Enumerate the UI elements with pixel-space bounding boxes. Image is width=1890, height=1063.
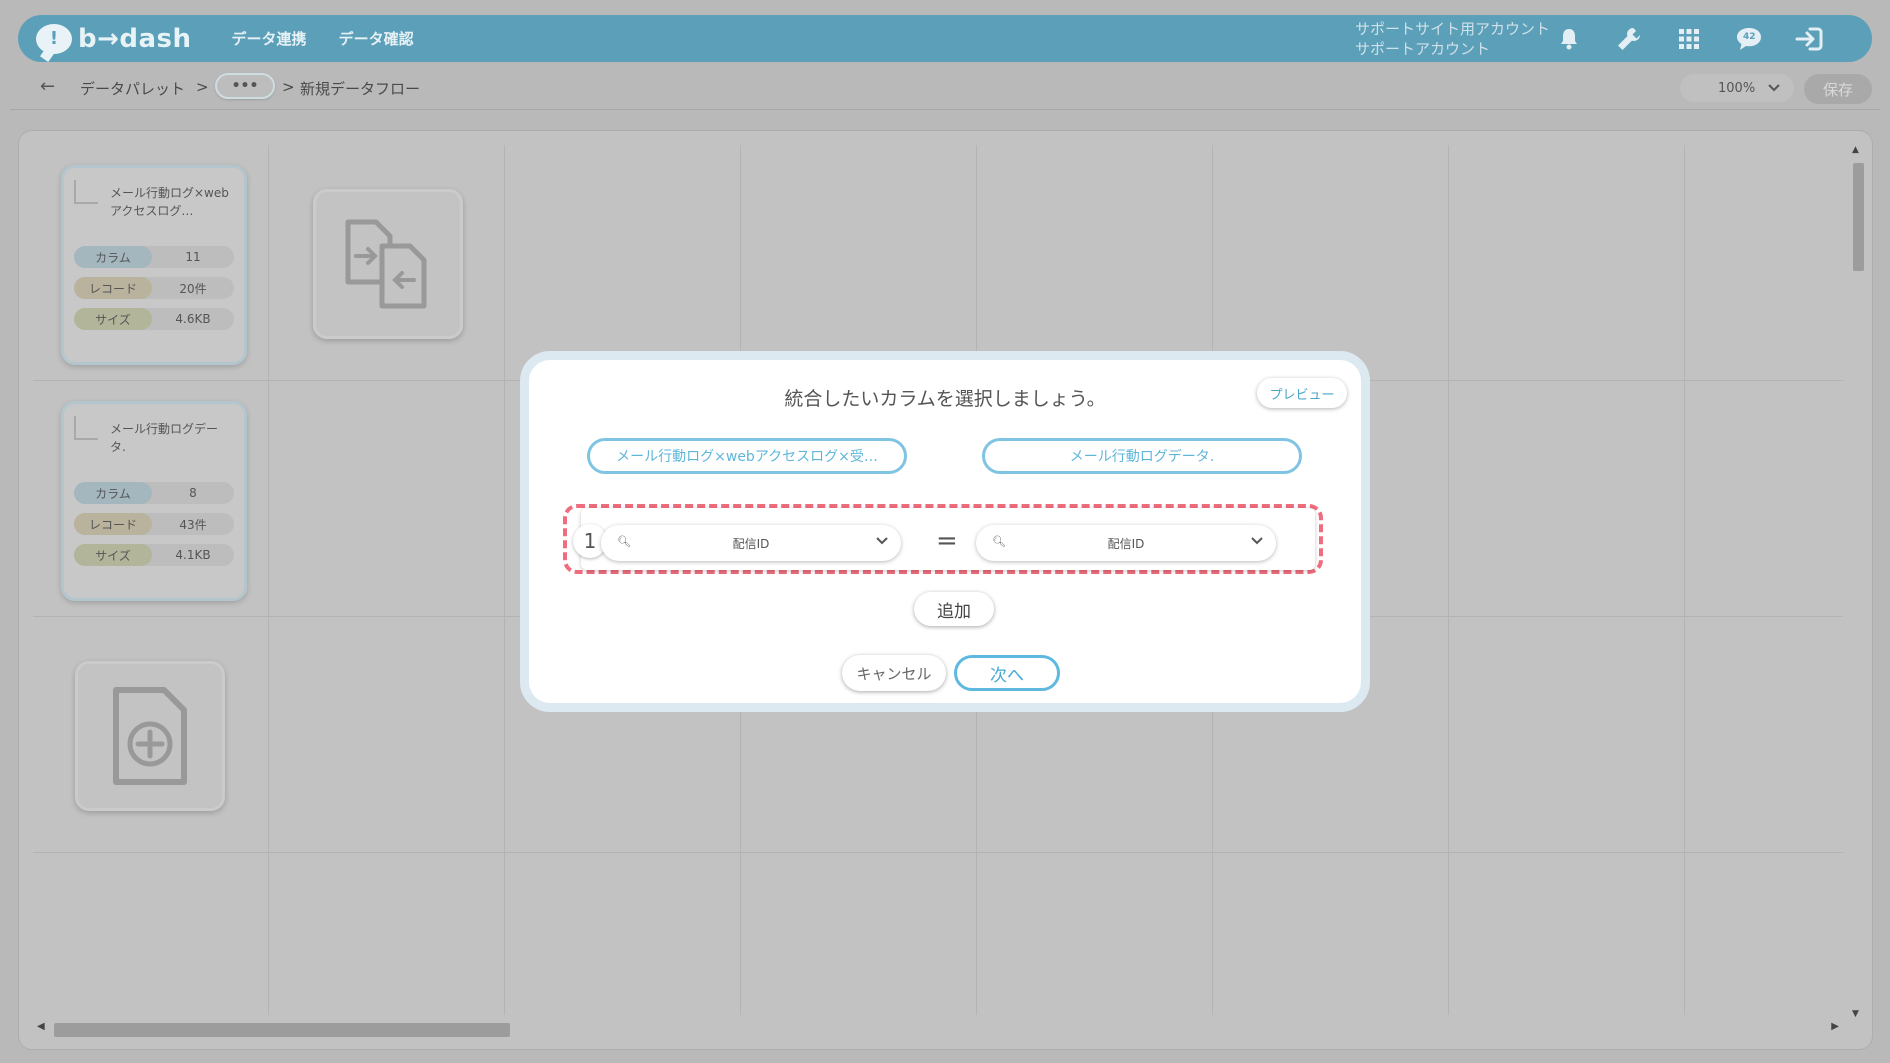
breadcrumb-separator-2: > <box>282 78 295 96</box>
search-icon: 🔍︎ <box>617 535 631 548</box>
column-label: カラム <box>74 482 152 504</box>
logo-text: b→dash <box>78 23 192 54</box>
logo-bubble-icon: ! <box>36 23 72 54</box>
nav-item-data-integration[interactable]: データ連携 <box>232 28 307 49</box>
record-value: 43件 <box>179 517 207 532</box>
grid-icon[interactable] <box>1674 24 1704 54</box>
brand-logo[interactable]: ! b→dash <box>36 23 192 54</box>
record-label: レコード <box>74 513 152 535</box>
data-card-2[interactable]: メール行動ログデータ. カラム 8 レコード 43件 サイズ 4.1KB <box>61 401 247 601</box>
size-label: サイズ <box>74 308 152 330</box>
file-icon <box>74 416 98 440</box>
size-value: 4.1KB <box>175 548 211 562</box>
bell-icon[interactable] <box>1554 24 1584 54</box>
nav-item-data-check[interactable]: データ確認 <box>339 28 414 49</box>
scroll-up-icon[interactable]: ▲ <box>1852 145 1859 155</box>
right-table-selector[interactable]: メール行動ログデータ. <box>982 438 1302 474</box>
left-column-value: 配信ID <box>732 536 770 551</box>
merge-column-dialog: 統合したいカラムを選択しましょう。 プレビュー メール行動ログ×webアクセスロ… <box>520 351 1370 712</box>
scroll-down-icon[interactable]: ▼ <box>1852 1009 1859 1019</box>
horizontal-scroll-thumb[interactable] <box>54 1023 510 1037</box>
right-column-value: 配信ID <box>1107 536 1145 551</box>
size-label: サイズ <box>74 544 152 566</box>
vertical-scrollbar[interactable]: ▲ ▼ <box>1850 145 1864 1019</box>
top-header: ! b→dash データ連携 データ確認 サポートサイト用アカウント サポートア… <box>18 15 1872 62</box>
record-label: レコード <box>74 277 152 299</box>
data-card-record-row: レコード 43件 <box>74 513 234 535</box>
left-table-selector[interactable]: メール行動ログ×webアクセスログ×受… <box>587 438 907 474</box>
data-card-size-row: サイズ 4.6KB <box>74 308 234 330</box>
data-card-title: メール行動ログ×webアクセスログ… <box>110 186 229 218</box>
size-value: 4.6KB <box>175 312 211 326</box>
scroll-right-icon[interactable]: ▶ <box>1831 1021 1839 1032</box>
cancel-button[interactable]: キャンセル <box>842 655 946 691</box>
column-label: カラム <box>74 246 152 268</box>
chat-badge: 42 <box>1743 31 1756 42</box>
logout-icon[interactable] <box>1794 24 1824 54</box>
breadcrumb-current: 新規データフロー <box>300 80 421 98</box>
zoom-select[interactable]: 100% <box>1680 74 1794 102</box>
dialog-title: 統合したいカラムを選択しましょう。 <box>784 388 1106 410</box>
horizontal-scrollbar[interactable]: ◀ ▶ <box>33 1021 1843 1037</box>
breadcrumb-bar: ← データパレット > ••• > 新規データフロー 100% 保存 <box>10 62 1880 110</box>
record-value: 20件 <box>179 281 207 296</box>
main-nav: データ連携 データ確認 <box>232 28 414 49</box>
next-button[interactable]: 次へ <box>954 655 1060 691</box>
data-card-record-row: レコード 20件 <box>74 277 234 299</box>
add-data-node[interactable] <box>75 661 225 811</box>
wrench-icon[interactable] <box>1614 24 1644 54</box>
equals-operator: = <box>936 526 958 556</box>
add-file-icon <box>113 687 187 785</box>
search-icon: 🔍︎ <box>992 535 1006 548</box>
column-value: 8 <box>189 486 197 500</box>
data-card-column-row: カラム 8 <box>74 482 234 504</box>
preview-button[interactable]: プレビュー <box>1257 378 1347 408</box>
breadcrumb-root[interactable]: データパレット <box>80 78 185 99</box>
scroll-left-icon[interactable]: ◀ <box>37 1021 45 1032</box>
file-icon <box>74 180 98 204</box>
merge-tool-node[interactable] <box>313 189 463 339</box>
right-column-select[interactable]: 🔍︎ 配信ID <box>976 525 1276 561</box>
chat-icon[interactable]: 42 <box>1734 24 1764 54</box>
save-button[interactable]: 保存 <box>1804 74 1872 104</box>
account-user: サポートアカウント <box>1355 40 1491 58</box>
vertical-scroll-thumb[interactable] <box>1853 163 1864 271</box>
account-info[interactable]: サポートサイト用アカウント サポートアカウント <box>1355 19 1550 59</box>
chevron-down-icon <box>1768 84 1780 92</box>
account-name: サポートサイト用アカウント <box>1355 20 1551 38</box>
zoom-value: 100% <box>1718 80 1756 96</box>
data-card-size-row: サイズ 4.1KB <box>74 544 234 566</box>
chevron-down-icon <box>876 537 888 545</box>
breadcrumb-separator: > <box>196 78 209 96</box>
join-condition-row: 1 🔍︎ 配信ID = 🔍︎ 配信ID <box>573 508 1315 570</box>
breadcrumb-ellipsis-button[interactable]: ••• <box>215 73 275 99</box>
data-card-column-row: カラム 11 <box>74 246 234 268</box>
header-icons: 42 <box>1554 15 1824 62</box>
column-value: 11 <box>185 250 201 264</box>
data-card-title: メール行動ログデータ. <box>110 422 219 454</box>
merge-files-icon <box>345 219 427 309</box>
chevron-down-icon <box>1251 537 1263 545</box>
data-card-1[interactable]: メール行動ログ×webアクセスログ… カラム 11 レコード 20件 サイズ 4… <box>61 165 247 365</box>
join-condition-highlight: 1 🔍︎ 配信ID = 🔍︎ 配信ID <box>563 504 1323 574</box>
back-arrow-icon[interactable]: ← <box>40 76 55 97</box>
left-column-select[interactable]: 🔍︎ 配信ID <box>601 525 901 561</box>
add-condition-button[interactable]: 追加 <box>914 592 994 626</box>
